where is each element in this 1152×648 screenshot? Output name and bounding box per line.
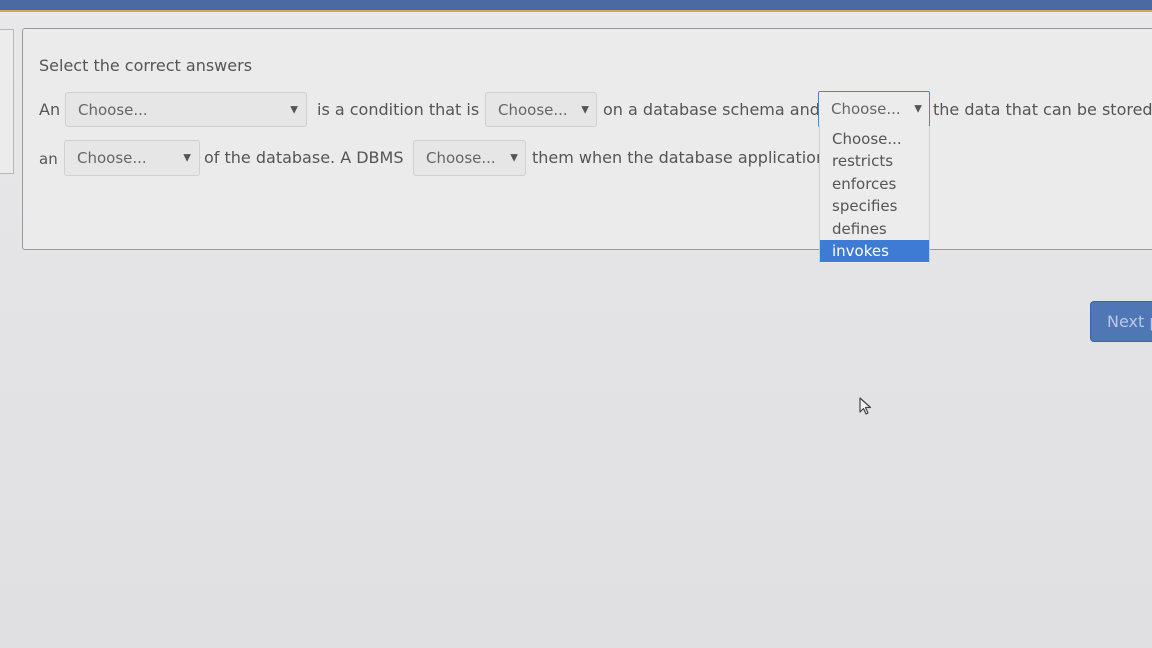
sentence-text: of the database. A DBMS — [204, 148, 404, 167]
dropdown-option-restricts[interactable]: restricts — [820, 150, 929, 172]
dropdown-option-specifies[interactable]: specifies — [820, 195, 929, 217]
instruction-text: Select the correct answers — [39, 56, 253, 75]
answer-select-1[interactable]: Choose... ▼ — [65, 92, 307, 127]
sentence-text: them when the database application — [532, 148, 827, 167]
sentence-text: the data that can be stored in — [933, 100, 1152, 119]
select-value: Choose... — [78, 100, 148, 119]
top-bar — [0, 0, 1152, 12]
select-value: Choose... — [498, 100, 568, 119]
sentence-text: is a condition that is — [317, 100, 480, 119]
left-panel-edge — [0, 29, 14, 174]
caret-down-icon: ▼ — [914, 103, 922, 115]
caret-down-icon: ▼ — [290, 104, 298, 115]
sentence-text-an: An — [39, 100, 61, 119]
answer-select-2[interactable]: Choose... ▼ — [485, 92, 597, 127]
caret-down-icon: ▼ — [183, 152, 191, 164]
select-value: Choose... — [77, 149, 147, 167]
answer-select-3[interactable]: Choose... ▼ — [818, 91, 930, 127]
caret-down-icon: ▼ — [510, 152, 518, 164]
answer-select-4[interactable]: Choose... ▼ — [64, 140, 200, 176]
select-value: Choose... — [831, 100, 901, 118]
select-value: Choose... — [426, 149, 496, 167]
dropdown-option-choose[interactable]: Choose... — [820, 128, 929, 150]
dropdown-option-enforces[interactable]: enforces — [820, 173, 929, 195]
answer-select-5[interactable]: Choose... ▼ — [413, 140, 526, 176]
dropdown-option-defines[interactable]: defines — [820, 218, 929, 240]
mouse-pointer-icon — [859, 397, 872, 415]
next-page-button[interactable]: Next p — [1090, 301, 1152, 342]
sentence-text-an: an — [39, 150, 58, 168]
dropdown-option-invokes[interactable]: invokes — [820, 240, 929, 262]
dropdown-options-list: Choose... restricts enforces specifies d… — [819, 126, 930, 263]
sentence-text: on a database schema and — [603, 100, 820, 119]
caret-down-icon: ▼ — [581, 104, 589, 115]
